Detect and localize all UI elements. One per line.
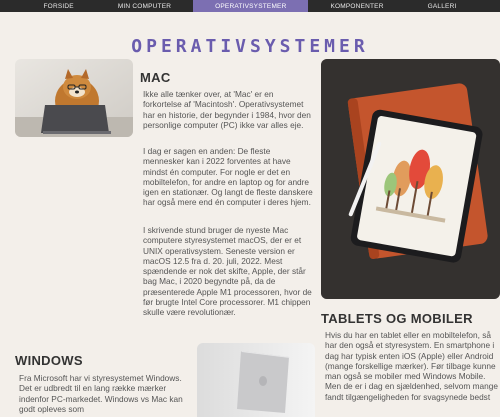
windows-heading: WINDOWS bbox=[15, 353, 83, 368]
page-title: OPERATIVSYSTEMER bbox=[131, 36, 369, 57]
mac-heading: MAC bbox=[140, 70, 171, 85]
nav-item-forside[interactable]: FORSIDE bbox=[22, 0, 96, 12]
windows-paragraph: Fra Microsoft har vi styresystemet Windo… bbox=[19, 373, 183, 414]
tablet-image bbox=[321, 59, 500, 299]
top-nav: FORSIDE MIN COMPUTER OPERATIVSYSTEMER KO… bbox=[0, 0, 500, 12]
tablets-heading: TABLETS OG MOBILER bbox=[321, 311, 473, 326]
mac-paragraph-1: Ikke alle tænker over, at 'Mac' er en fo… bbox=[143, 89, 311, 130]
mac-paragraph-3: I skrivende stund bruger de nyeste Mac c… bbox=[143, 225, 312, 318]
nav-item-komponenter[interactable]: KOMPONENTER bbox=[308, 0, 405, 12]
dog-laptop-image bbox=[15, 59, 133, 137]
nav-item-galleri[interactable]: GALLERI bbox=[406, 0, 479, 12]
laptop-image bbox=[197, 343, 315, 417]
tablets-paragraph: Hvis du har en tablet eller en mobiltele… bbox=[325, 330, 498, 402]
nav-item-min-computer[interactable]: MIN COMPUTER bbox=[96, 0, 193, 12]
nav-item-operativsystemer[interactable]: OPERATIVSYSTEMER bbox=[193, 0, 309, 12]
mac-paragraph-2: I dag er sagen en anden: De fleste menne… bbox=[143, 146, 313, 208]
